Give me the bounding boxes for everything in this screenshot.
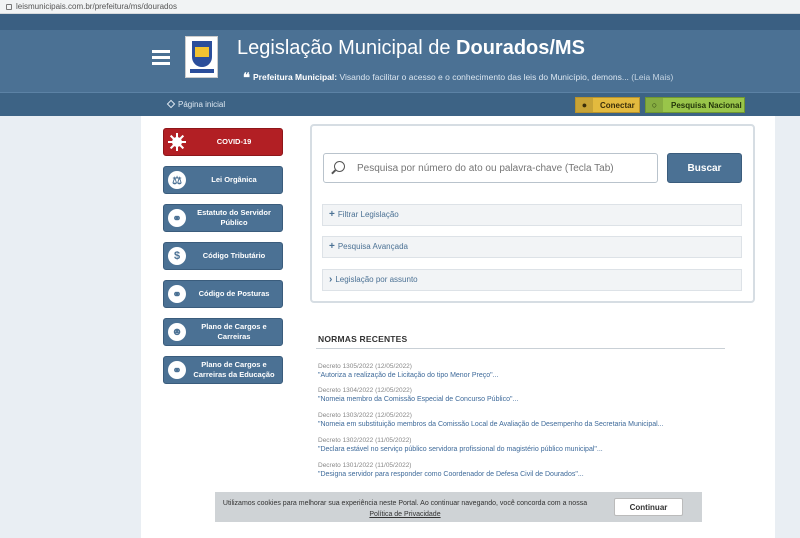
home-icon bbox=[166, 99, 176, 109]
sidebar-item-label: Estatuto do Servidor Público bbox=[197, 208, 271, 227]
sidebar-item-estatuto[interactable]: ⚭ Estatuto do Servidor Público bbox=[163, 204, 283, 232]
dollar-icon: $ bbox=[168, 247, 186, 265]
sidebar-item-label: Código de Posturas bbox=[198, 289, 270, 298]
filter-label: Filtrar Legislação bbox=[337, 210, 399, 219]
page-title: Legislação Municipal de Dourados/MS bbox=[237, 37, 585, 60]
national-search-button[interactable]: ○ Pesquisa Nacional bbox=[645, 97, 745, 113]
connect-button[interactable]: ● Conectar bbox=[575, 97, 640, 113]
sidebar-item-plano-cargos-educacao[interactable]: ⚭ Plano de Cargos e Carreiras da Educaçã… bbox=[163, 356, 283, 384]
cookie-text: Utilizamos cookies para melhorar sua exp… bbox=[215, 498, 595, 520]
filter-legislation-toggle[interactable]: + Filtrar Legislação bbox=[322, 204, 742, 226]
subtitle-label: Prefeitura Municipal: bbox=[253, 72, 338, 82]
search-icon bbox=[334, 161, 345, 172]
user-icon: ● bbox=[576, 98, 593, 112]
sidebar-item-plano-cargos[interactable]: ☻ Plano de Cargos e Carreiras bbox=[163, 318, 283, 346]
municipal-crest-logo[interactable] bbox=[185, 36, 218, 78]
search-input[interactable] bbox=[323, 153, 658, 183]
norm-meta: Decreto 1301/2022 (11/05/2022) bbox=[318, 462, 412, 469]
header-subtitle: ❝ Prefeitura Municipal: Visando facilitar… bbox=[243, 70, 673, 86]
norm-meta: Decreto 1305/2022 (12/05/2022) bbox=[318, 363, 412, 370]
legislation-by-subject-toggle[interactable]: › Legislação por assunto bbox=[322, 269, 742, 291]
norm-link[interactable]: "Nomeia em substituição membros da Comis… bbox=[318, 421, 664, 428]
norm-meta: Decreto 1303/2022 (12/05/2022) bbox=[318, 412, 412, 419]
quote-icon: ❝ bbox=[243, 70, 250, 85]
filter-label: Legislação por assunto bbox=[335, 275, 418, 284]
connect-label: Conectar bbox=[600, 101, 635, 110]
plus-icon: + bbox=[329, 241, 335, 252]
gavel-icon: ⚖ bbox=[168, 171, 186, 189]
search-icon-small: ○ bbox=[646, 98, 663, 112]
sidebar-item-label: Lei Orgânica bbox=[211, 175, 257, 184]
subtitle-text: Visando facilitar o acesso e o conhecime… bbox=[337, 72, 629, 82]
top-strip bbox=[0, 14, 800, 30]
norm-link[interactable]: "Designa servidor para responder como Co… bbox=[318, 471, 584, 478]
filter-label: Pesquisa Avançada bbox=[337, 242, 408, 251]
title-prefix: Legislação Municipal de bbox=[237, 37, 457, 59]
norm-link[interactable]: "Nomeia membro da Comissão Especial de C… bbox=[318, 396, 518, 403]
norm-link[interactable]: "Autoriza a realização de Licitação do t… bbox=[318, 372, 498, 379]
read-more-link[interactable]: (Leia Mais) bbox=[629, 72, 673, 82]
browser-url-bar[interactable]: leismunicipais.com.br/prefeitura/ms/dour… bbox=[0, 0, 800, 14]
plus-icon: + bbox=[329, 209, 335, 220]
national-search-label: Pesquisa Nacional bbox=[671, 101, 742, 110]
norm-link[interactable]: "Declara estável no serviço público serv… bbox=[318, 446, 603, 453]
search-button[interactable]: Buscar bbox=[667, 153, 742, 183]
users-icon: ⚭ bbox=[168, 285, 186, 303]
home-label: Página inicial bbox=[178, 100, 226, 109]
navbar: Página inicial ● Conectar ○ Pesquisa Nac… bbox=[0, 92, 800, 116]
url-text: leismunicipais.com.br/prefeitura/ms/dour… bbox=[16, 2, 177, 11]
divider bbox=[316, 348, 725, 349]
virus-icon bbox=[167, 132, 187, 152]
sidebar-item-codigo-tributario[interactable]: $ Código Tributário bbox=[163, 242, 283, 270]
sidebar-item-label: Plano de Cargos e Carreiras da Educação bbox=[193, 360, 275, 379]
chevron-right-icon: › bbox=[329, 274, 333, 285]
continue-button[interactable]: Continuar bbox=[614, 498, 683, 516]
users-icon: ⚭ bbox=[168, 361, 186, 379]
sidebar-item-label: Código Tributário bbox=[202, 251, 266, 260]
site-header: Legislação Municipal de Dourados/MS ❝ Pre… bbox=[0, 30, 800, 92]
recent-norms-title: NORMAS RECENTES bbox=[318, 334, 408, 344]
advanced-search-toggle[interactable]: + Pesquisa Avançada bbox=[322, 236, 742, 258]
sidebar-item-lei-organica[interactable]: ⚖ Lei Orgânica bbox=[163, 166, 283, 194]
privacy-policy-link[interactable]: Política de Privacidade bbox=[369, 511, 440, 518]
cookie-banner: Utilizamos cookies para melhorar sua exp… bbox=[215, 492, 702, 522]
group-icon: ☻ bbox=[168, 323, 186, 341]
sidebar-item-label: Plano de Cargos e Carreiras bbox=[201, 322, 267, 341]
cookie-message: Utilizamos cookies para melhorar sua exp… bbox=[222, 500, 588, 507]
title-city: Dourados/MS bbox=[456, 37, 585, 59]
lock-icon bbox=[6, 4, 12, 10]
norm-meta: Decreto 1302/2022 (11/05/2022) bbox=[318, 437, 412, 444]
sidebar-item-covid[interactable]: COVID-19 bbox=[163, 128, 283, 156]
sidebar-item-label: COVID-19 bbox=[216, 137, 252, 146]
hamburger-menu-icon[interactable] bbox=[152, 50, 170, 65]
sidebar-item-codigo-posturas[interactable]: ⚭ Código de Posturas bbox=[163, 280, 283, 308]
users-icon: ⚭ bbox=[168, 209, 186, 227]
home-link[interactable]: Página inicial bbox=[166, 99, 226, 109]
norm-meta: Decreto 1304/2022 (12/05/2022) bbox=[318, 387, 412, 394]
